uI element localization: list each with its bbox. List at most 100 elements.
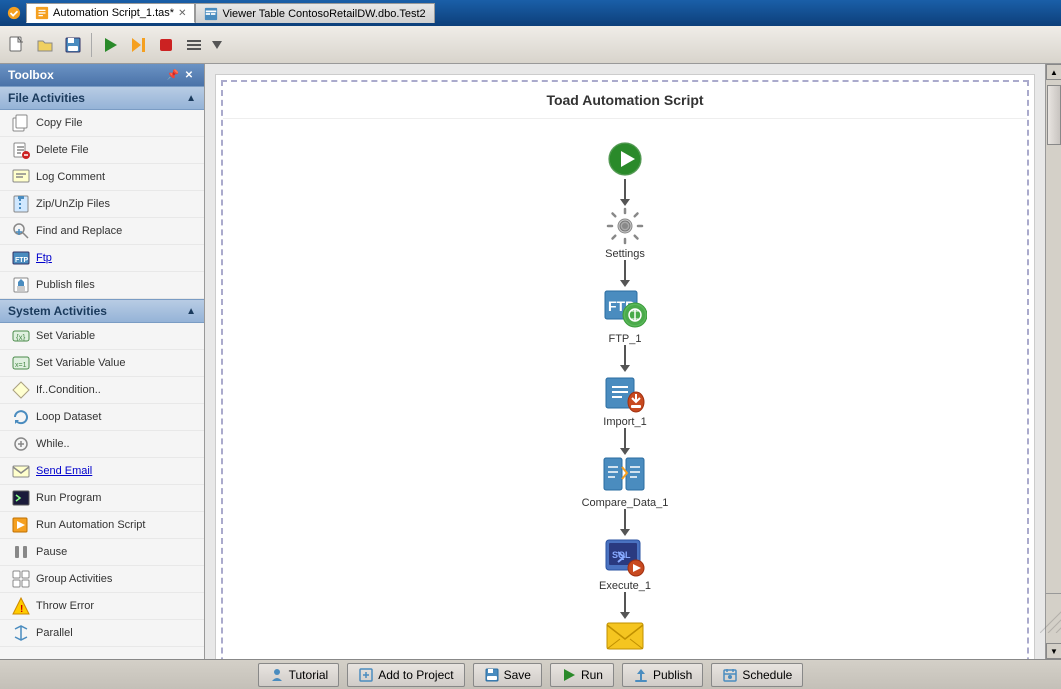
- toolbar-sep-1: [91, 33, 92, 57]
- arrow-6: [620, 612, 630, 619]
- if-condition-item[interactable]: If..Condition..: [0, 377, 204, 404]
- set-variable-icon: {x}: [12, 327, 30, 345]
- ftp-node-icon: FTP: [603, 287, 647, 331]
- set-variable-item[interactable]: {x} Set Variable: [0, 323, 204, 350]
- svg-text:x=1: x=1: [15, 362, 27, 369]
- execute-node[interactable]: SQL Execute_1: [599, 536, 651, 592]
- while-label: While..: [36, 438, 70, 450]
- connector-5: [624, 509, 626, 529]
- log-comment-icon: [12, 168, 30, 186]
- toolbox-pin-button[interactable]: 📌: [166, 68, 180, 82]
- svg-text:{x}: {x}: [16, 333, 26, 342]
- toolbar-dropdown[interactable]: [209, 37, 225, 53]
- copy-file-item[interactable]: Copy File: [0, 110, 204, 137]
- ftp-label: FTP_1: [608, 333, 641, 345]
- compare-node[interactable]: Compare_Data_1: [582, 455, 669, 509]
- delete-file-icon: [12, 141, 30, 159]
- publish-files-item[interactable]: Publish files: [0, 272, 204, 299]
- publish-status-button[interactable]: Publish: [622, 663, 703, 687]
- execute-label: Execute_1: [599, 580, 651, 592]
- settings-node[interactable]: Settings: [605, 206, 645, 260]
- tab-viewer-table[interactable]: Viewer Table ContosoRetailDW.dbo.Test2: [195, 3, 434, 23]
- tutorial-icon: [269, 667, 285, 683]
- loop-dataset-label: Loop Dataset: [36, 411, 101, 423]
- status-bar: Tutorial Add to Project Save Run Publish…: [0, 659, 1061, 689]
- pause-item[interactable]: Pause: [0, 539, 204, 566]
- throw-error-item[interactable]: ! Throw Error: [0, 593, 204, 620]
- ftp-icon: FTP: [12, 249, 30, 267]
- settings-icon: [605, 206, 645, 246]
- email-node[interactable]: Email_1: [605, 619, 645, 659]
- tab-automation-script[interactable]: Automation Script_1.tas* ✕: [26, 3, 195, 23]
- file-activities-header[interactable]: File Activities ▲: [0, 86, 204, 110]
- loop-dataset-item[interactable]: Loop Dataset: [0, 404, 204, 431]
- stop-button[interactable]: [153, 32, 179, 58]
- loop-dataset-icon: [12, 408, 30, 426]
- parallel-label: Parallel: [36, 627, 73, 639]
- tutorial-button[interactable]: Tutorial: [258, 663, 340, 687]
- scroll-up-button[interactable]: ▲: [1046, 64, 1061, 80]
- schedule-status-button[interactable]: Schedule: [711, 663, 803, 687]
- email-node-icon: [605, 619, 645, 657]
- run-icon: [561, 667, 577, 683]
- add-to-project-button[interactable]: Add to Project: [347, 663, 464, 687]
- more-button[interactable]: [181, 32, 207, 58]
- workflow-container: Settings FTP: [223, 119, 1027, 659]
- delete-file-item[interactable]: Delete File: [0, 137, 204, 164]
- group-activities-item[interactable]: Group Activities: [0, 566, 204, 593]
- save-status-button[interactable]: Save: [473, 663, 542, 687]
- scroll-thumb[interactable]: [1047, 85, 1061, 145]
- log-comment-item[interactable]: Log Comment: [0, 164, 204, 191]
- canvas-frame: Toad Automation Script: [221, 80, 1029, 659]
- find-replace-label: Find and Replace: [36, 225, 122, 237]
- canvas: Toad Automation Script: [215, 74, 1035, 659]
- system-activities-header[interactable]: System Activities ▲: [0, 299, 204, 323]
- new-button[interactable]: [4, 32, 30, 58]
- connector-2: [624, 260, 626, 280]
- parallel-item[interactable]: Parallel: [0, 620, 204, 647]
- toolbox-header-buttons: 📌 ✕: [166, 68, 196, 82]
- run-status-button[interactable]: Run: [550, 663, 614, 687]
- settings-label: Settings: [605, 248, 645, 260]
- set-variable-value-item[interactable]: x=1 Set Variable Value: [0, 350, 204, 377]
- step-button[interactable]: [125, 32, 151, 58]
- import-node[interactable]: Import_1: [603, 372, 646, 428]
- toolbox: Toolbox 📌 ✕ File Activities ▲ Copy File: [0, 64, 205, 659]
- if-condition-label: If..Condition..: [36, 384, 101, 396]
- arrow-5: [620, 529, 630, 536]
- ftp-item[interactable]: FTP Ftp: [0, 245, 204, 272]
- run-program-item[interactable]: Run Program: [0, 485, 204, 512]
- throw-error-icon: !: [12, 597, 30, 615]
- delete-file-label: Delete File: [36, 144, 89, 156]
- arrow-2: [620, 280, 630, 287]
- set-variable-value-label: Set Variable Value: [36, 357, 125, 369]
- start-node[interactable]: [605, 139, 645, 179]
- save-toolbar-button[interactable]: [60, 32, 86, 58]
- send-email-item[interactable]: Send Email: [0, 458, 204, 485]
- canvas-scrollable[interactable]: Toad Automation Script: [205, 64, 1045, 659]
- app-icon: [6, 5, 22, 21]
- pause-icon: [12, 543, 30, 561]
- while-item[interactable]: While..: [0, 431, 204, 458]
- toolbox-header: Toolbox 📌 ✕: [0, 64, 204, 86]
- connector-1: [624, 179, 626, 199]
- ftp-label: Ftp: [36, 252, 52, 264]
- publish-files-icon: [12, 276, 30, 294]
- scroll-down-button[interactable]: ▼: [1046, 643, 1061, 659]
- find-replace-item[interactable]: Find and Replace: [0, 218, 204, 245]
- if-condition-icon: [12, 381, 30, 399]
- set-variable-label: Set Variable: [36, 330, 95, 342]
- send-email-icon: [12, 462, 30, 480]
- open-button[interactable]: [32, 32, 58, 58]
- file-activities-items: Copy File Delete File Log Comment Zip/Un…: [0, 110, 204, 299]
- right-scrollbar: ▲ ▼: [1045, 64, 1061, 659]
- ftp-node[interactable]: FTP FTP_1: [603, 287, 647, 345]
- run-automation-script-item[interactable]: Run Automation Script: [0, 512, 204, 539]
- zip-unzip-item[interactable]: Zip/UnZip Files: [0, 191, 204, 218]
- file-activities-arrow: ▲: [186, 93, 196, 104]
- tab-close-icon[interactable]: ✕: [178, 8, 186, 19]
- toolbox-close-button[interactable]: ✕: [182, 68, 196, 82]
- svg-text:FTP: FTP: [15, 257, 29, 264]
- run-toolbar-button[interactable]: [97, 32, 123, 58]
- arrow-1: [620, 199, 630, 206]
